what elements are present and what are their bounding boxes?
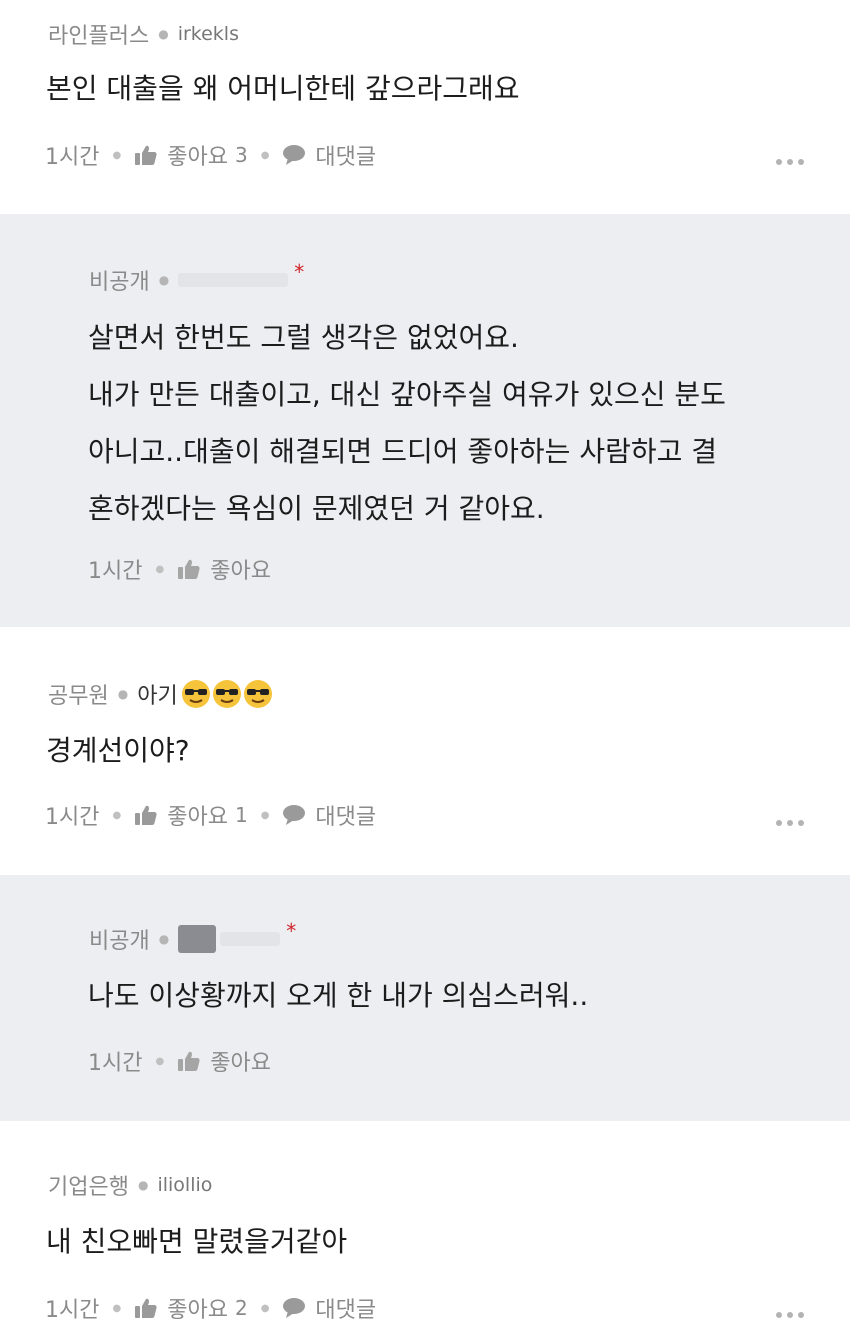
separator-dot: ●	[112, 809, 122, 821]
more-dots-icon[interactable]	[776, 820, 804, 826]
separator-dot: ●	[117, 687, 129, 701]
separator-dot: ●	[158, 273, 170, 287]
nickname[interactable]: iliollio	[157, 1174, 212, 1196]
separator-dot: ●	[260, 809, 270, 821]
sunglasses-emoji	[243, 680, 272, 708]
thumbs-up-icon[interactable]	[134, 804, 158, 826]
company-name[interactable]: 라인플러스	[48, 18, 149, 50]
like-count: 3	[234, 143, 248, 167]
comment-meta: 1시간 ● 좋아요	[88, 1045, 271, 1077]
speech-bubble-icon[interactable]	[282, 1297, 306, 1319]
comment-header: 공무원 ● 아기	[48, 678, 274, 710]
timestamp: 1시간	[88, 1051, 143, 1076]
like-button[interactable]: 좋아요	[167, 139, 228, 171]
like-count: 1	[234, 803, 248, 827]
comment-text: 내 친오빠면 말렸을거같아	[46, 1225, 348, 1258]
nickname[interactable]: irkekls	[178, 23, 239, 45]
comment-text: 살면서 한번도 그럴 생각은 없었어요. 내가 만든 대출이고, 대신 갚아주실…	[88, 309, 726, 537]
more-dots-icon[interactable]	[776, 159, 804, 165]
company-name[interactable]: 공무원	[48, 678, 109, 710]
author-marker: *	[294, 260, 305, 284]
comment-meta: 1시간 ● 좋아요	[88, 553, 271, 585]
like-count: 2	[234, 1296, 248, 1320]
emoji-group	[181, 679, 274, 709]
thumbs-up-icon[interactable]	[177, 1050, 201, 1072]
comment-line: 혼하겠다는 욕심이 문제였던 거 같아요.	[88, 492, 545, 525]
comment-text: 경계선이야?	[46, 734, 190, 767]
comment-text: 본인 대출을 왜 어머니한테 갚으라그래요	[46, 72, 520, 105]
reply-button[interactable]: 대댓글	[315, 139, 376, 171]
like-button[interactable]: 좋아요	[167, 1292, 228, 1324]
separator-dot: ●	[137, 1178, 149, 1192]
blurred-nickname	[178, 925, 217, 953]
company-name[interactable]: 비공개	[89, 923, 150, 955]
timestamp: 1시간	[45, 1298, 100, 1323]
timestamp: 1시간	[88, 559, 143, 584]
nickname[interactable]: 아기	[137, 678, 177, 710]
comment-meta: 1시간 ● 좋아요 3 ● 대댓글	[45, 139, 376, 171]
comment-header: 기업은행 ● iliollio	[48, 1169, 212, 1201]
reply-comment: 비공개 ● * 나도 이상황까지 오게 한 내가 의심스러워.. 1시간 ● 좋…	[0, 875, 850, 1121]
blurred-nickname	[220, 932, 281, 946]
comment-line: 내가 만든 대출이고, 대신 갚아주실 여유가 있으신 분도	[88, 378, 726, 411]
comment: 기업은행 ● iliollio 내 친오빠면 말렸을거같아 1시간 ● 좋아요 …	[0, 1121, 850, 1342]
separator-dot: ●	[158, 27, 169, 41]
separator-dot: ●	[112, 149, 122, 161]
separator-dot: ●	[112, 1302, 122, 1314]
like-button[interactable]: 좋아요	[210, 553, 271, 585]
author-marker: *	[286, 919, 297, 943]
comment-line: 살면서 한번도 그럴 생각은 없었어요.	[88, 321, 519, 354]
separator-dot: ●	[155, 563, 165, 575]
comment-line: 아니고..대출이 해결되면 드디어 좋아하는 사람하고 결	[88, 435, 718, 468]
separator-dot: ●	[158, 932, 170, 946]
reply-comment: 비공개 ● * 살면서 한번도 그럴 생각은 없었어요. 내가 만든 대출이고,…	[0, 214, 850, 627]
reply-button[interactable]: 대댓글	[315, 799, 376, 831]
comment-text: 나도 이상황까지 오게 한 내가 의심스러워..	[88, 979, 589, 1012]
timestamp: 1시간	[45, 145, 100, 170]
sunglasses-emoji	[181, 680, 210, 708]
speech-bubble-icon[interactable]	[282, 804, 306, 826]
separator-dot: ●	[155, 1055, 165, 1067]
comment-header: 비공개 ● *	[89, 919, 296, 955]
separator-dot: ●	[260, 149, 270, 161]
company-name[interactable]: 비공개	[89, 264, 150, 296]
more-dots-icon[interactable]	[776, 1312, 804, 1318]
comment: 공무원 ● 아기 경계선이야? 1시간 ● 좋아요 1 ● 대댓글	[0, 627, 850, 875]
sunglasses-emoji	[212, 680, 241, 708]
comment: 라인플러스 ● irkekls 본인 대출을 왜 어머니한테 갚으라그래요 1시…	[0, 0, 850, 214]
thumbs-up-icon[interactable]	[177, 558, 201, 580]
speech-bubble-icon[interactable]	[282, 144, 306, 166]
company-name[interactable]: 기업은행	[48, 1169, 129, 1201]
separator-dot: ●	[260, 1302, 270, 1314]
reply-button[interactable]: 대댓글	[315, 1292, 376, 1324]
timestamp: 1시간	[45, 805, 100, 830]
comment-meta: 1시간 ● 좋아요 1 ● 대댓글	[45, 799, 376, 831]
comment-header: 라인플러스 ● irkekls	[48, 18, 239, 50]
thumbs-up-icon[interactable]	[134, 144, 158, 166]
blurred-nickname	[178, 273, 289, 287]
comment-meta: 1시간 ● 좋아요 2 ● 대댓글	[45, 1292, 376, 1324]
thumbs-up-icon[interactable]	[134, 1297, 158, 1319]
comment-header: 비공개 ● *	[89, 260, 304, 296]
like-button[interactable]: 좋아요	[167, 799, 228, 831]
like-button[interactable]: 좋아요	[210, 1045, 271, 1077]
